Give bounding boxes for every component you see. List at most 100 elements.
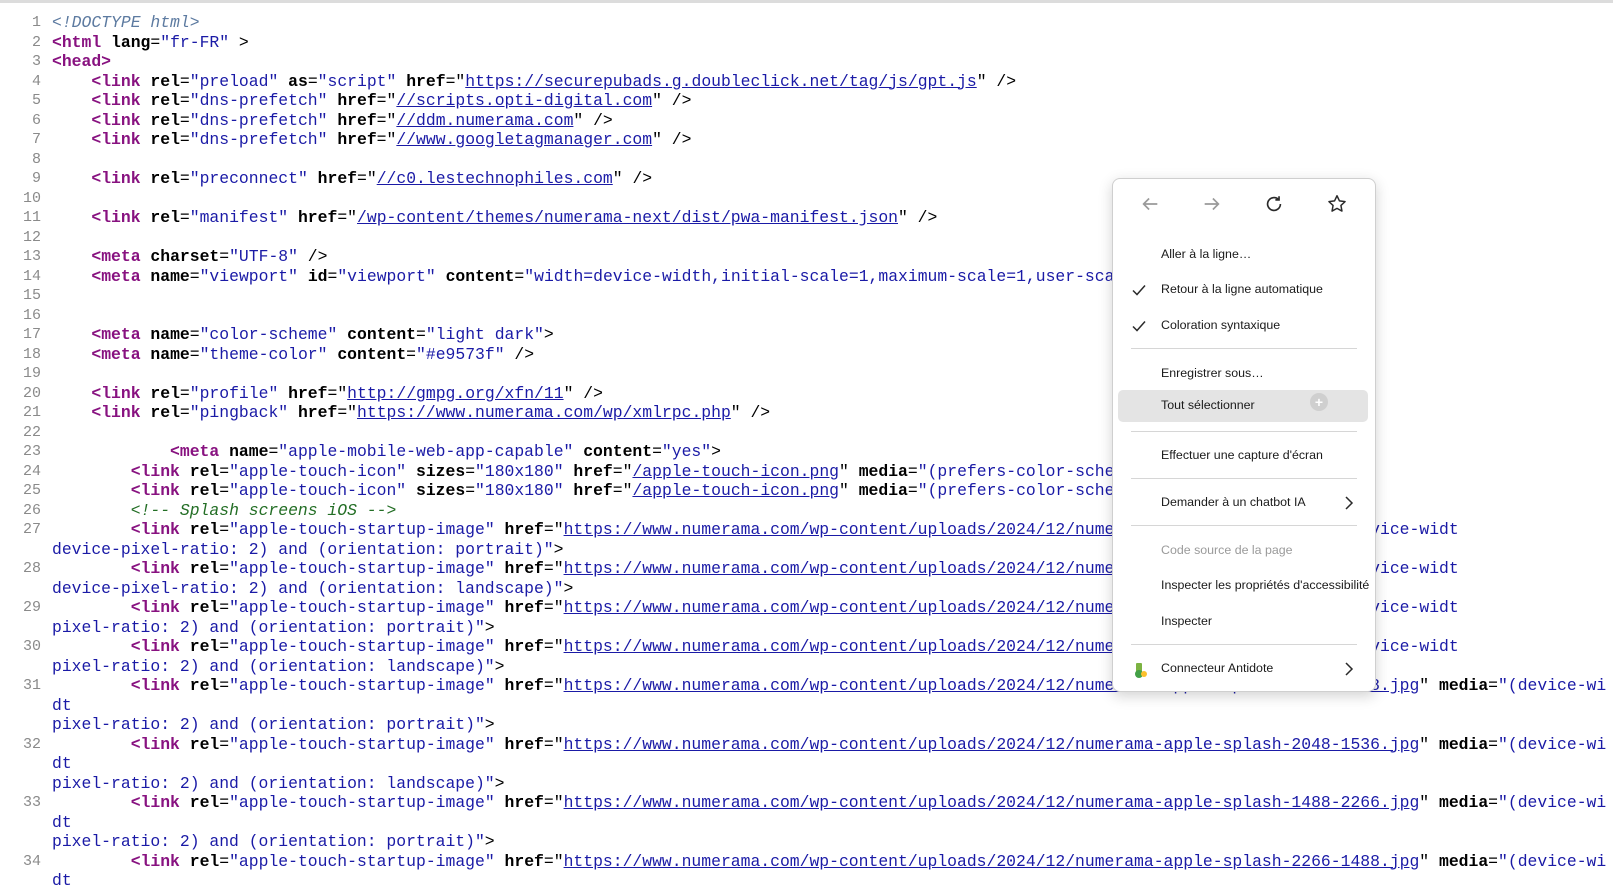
menu-item-screenshot[interactable]: Effectuer une capture d'écran bbox=[1113, 440, 1375, 472]
tag-name: <meta bbox=[91, 344, 151, 364]
punctuation: = bbox=[219, 559, 230, 578]
source-link[interactable]: https://www.numerama.com/wp-content/uplo… bbox=[564, 852, 1420, 871]
menu-separator bbox=[1131, 478, 1357, 479]
punctuation: =" bbox=[543, 734, 564, 754]
attribute-name: href bbox=[297, 208, 338, 227]
punctuation: " /> bbox=[563, 383, 603, 403]
line-number: 15 bbox=[22, 287, 41, 304]
punctuation bbox=[52, 442, 170, 461]
line-content: <meta name="color-scheme" content="light… bbox=[52, 325, 553, 344]
tag-name: <link bbox=[130, 676, 190, 695]
attribute-name: name bbox=[150, 344, 190, 364]
tag-name: <link bbox=[91, 91, 151, 110]
arrow-left-icon[interactable] bbox=[1135, 189, 1165, 219]
punctuation bbox=[52, 852, 131, 871]
menu-item-wrap-lines[interactable]: Retour à la ligne automatique bbox=[1113, 274, 1375, 306]
tag-name: <link bbox=[91, 71, 151, 91]
punctuation: = bbox=[219, 247, 230, 266]
menu-item-label: Code source de la page bbox=[1161, 543, 1293, 557]
line-content: <link rel="dns-prefetch" href="//www.goo… bbox=[52, 130, 691, 149]
punctuation: =" bbox=[337, 403, 358, 422]
attribute-name: charset bbox=[150, 247, 220, 266]
punctuation: = bbox=[219, 637, 230, 656]
attribute-value: "apple-touch-startup-image" bbox=[229, 793, 495, 812]
source-link[interactable]: https://www.numerama.com/wp-content/uplo… bbox=[564, 520, 1154, 539]
attribute-value: "apple-touch-startup-image" bbox=[229, 676, 495, 695]
attribute-value: "apple-touch-startup-image" bbox=[229, 637, 495, 656]
punctuation: = bbox=[219, 851, 230, 871]
source-link[interactable]: https://www.numerama.com/wp/xmlrpc.php bbox=[357, 403, 731, 422]
tag-name: <link bbox=[130, 851, 190, 871]
attribute-name: rel bbox=[189, 559, 220, 578]
punctuation: /> bbox=[297, 247, 328, 266]
arrow-right-icon[interactable] bbox=[1197, 189, 1227, 219]
menu-item-antidote[interactable]: Connecteur Antidote bbox=[1113, 653, 1375, 685]
line-number: 21 bbox=[22, 404, 41, 421]
star-icon[interactable] bbox=[1322, 189, 1352, 219]
line-content: <meta charset="UTF-8" /> bbox=[52, 247, 327, 266]
punctuation: = bbox=[465, 481, 476, 500]
source-link[interactable]: /apple-touch-icon.png bbox=[632, 462, 839, 481]
source-link[interactable]: /apple-touch-icon.png bbox=[632, 481, 839, 500]
attribute-value: "apple-mobile-web-app-capable" bbox=[278, 442, 574, 461]
source-link[interactable]: /wp-content/themes/numerama-next/dist/pw… bbox=[357, 208, 898, 227]
punctuation bbox=[52, 403, 91, 422]
source-link[interactable]: https://www.numerama.com/wp-content/uplo… bbox=[564, 637, 1154, 656]
source-link[interactable]: https://www.numerama.com/wp-content/uplo… bbox=[564, 735, 1420, 754]
punctuation bbox=[52, 325, 91, 344]
attribute-name: href bbox=[504, 637, 544, 656]
attribute-name: content bbox=[337, 344, 407, 364]
tag-name: <head> bbox=[52, 52, 112, 71]
punctuation: = bbox=[1488, 851, 1499, 871]
source-line-wrapped: pixel-ratio: 2) and (orientation: landsc… bbox=[0, 774, 1613, 794]
menu-item-select-all[interactable]: Tout sélectionner + bbox=[1118, 390, 1368, 422]
punctuation bbox=[495, 852, 505, 871]
attribute-name: href bbox=[337, 91, 377, 110]
line-content bbox=[52, 423, 62, 442]
menu-item-label: Inspecter les propriétés d'accessibilité bbox=[1161, 578, 1370, 592]
line-number: 8 bbox=[31, 150, 41, 168]
menu-item-inspect-accessibility[interactable]: Inspecter les propriétés d'accessibilité bbox=[1113, 570, 1375, 602]
menu-item-inspect[interactable]: Inspecter bbox=[1113, 606, 1375, 638]
source-link[interactable]: https://securepubads.g.doubleclick.net/t… bbox=[465, 72, 976, 91]
doctype: <!DOCTYPE html> bbox=[52, 13, 200, 32]
source-link[interactable]: //scripts.opti-digital.com bbox=[396, 91, 652, 110]
punctuation bbox=[52, 384, 91, 403]
attribute-name: rel bbox=[189, 851, 220, 871]
line-number: 14 bbox=[22, 267, 41, 285]
punctuation: = bbox=[179, 91, 190, 110]
menu-item-save-as[interactable]: Enregistrer sous… bbox=[1113, 358, 1375, 390]
punctuation bbox=[288, 208, 298, 227]
source-link[interactable]: http://gmpg.org/xfn/11 bbox=[347, 384, 563, 403]
source-line: 5 <link rel="dns-prefetch" href="//scrip… bbox=[0, 91, 1613, 111]
attribute-value: pixel-ratio: 2) and (orientation: landsc… bbox=[52, 656, 495, 676]
line-number: 19 bbox=[22, 365, 41, 382]
attribute-name: rel bbox=[150, 403, 180, 422]
punctuation: = bbox=[327, 266, 338, 286]
line-number: 1 bbox=[31, 14, 41, 31]
attribute-value: "viewport" bbox=[199, 266, 298, 286]
menu-item-ask-chatbot[interactable]: Demander à un chatbot IA bbox=[1113, 487, 1375, 519]
punctuation bbox=[52, 72, 91, 91]
source-line: 4 <link rel="preload" as="script" href="… bbox=[0, 72, 1613, 92]
punctuation: = bbox=[189, 266, 200, 286]
punctuation bbox=[495, 520, 505, 539]
menu-item-goto-line[interactable]: Aller à la ligne… bbox=[1113, 239, 1375, 271]
source-link[interactable]: //ddm.numerama.com bbox=[396, 111, 573, 130]
line-number: 7 bbox=[31, 131, 41, 148]
punctuation bbox=[52, 501, 131, 520]
source-line-wrapped: pixel-ratio: 2) and (orientation: portra… bbox=[0, 832, 1613, 852]
source-link[interactable]: https://www.numerama.com/wp-content/uplo… bbox=[564, 793, 1420, 812]
line-number: 2 bbox=[31, 33, 41, 51]
menu-item-view-source[interactable]: Code source de la page bbox=[1113, 535, 1375, 567]
line-content: <link rel="preconnect" href="//c0.lestec… bbox=[52, 169, 652, 188]
source-link[interactable]: //www.googletagmanager.com bbox=[396, 130, 652, 149]
line-content: <link rel="dns-prefetch" href="//ddm.num… bbox=[52, 111, 612, 130]
source-link[interactable]: https://www.numerama.com/wp-content/uplo… bbox=[564, 598, 1154, 617]
line-number: 24 bbox=[22, 462, 41, 480]
source-link[interactable]: https://www.numerama.com/wp-content/uplo… bbox=[564, 559, 1154, 578]
source-link[interactable]: //c0.lestechnophiles.com bbox=[377, 169, 613, 188]
attribute-name: href bbox=[573, 481, 613, 500]
reload-icon[interactable] bbox=[1259, 189, 1289, 219]
menu-item-syntax-highlight[interactable]: Coloration syntaxique bbox=[1113, 310, 1375, 342]
